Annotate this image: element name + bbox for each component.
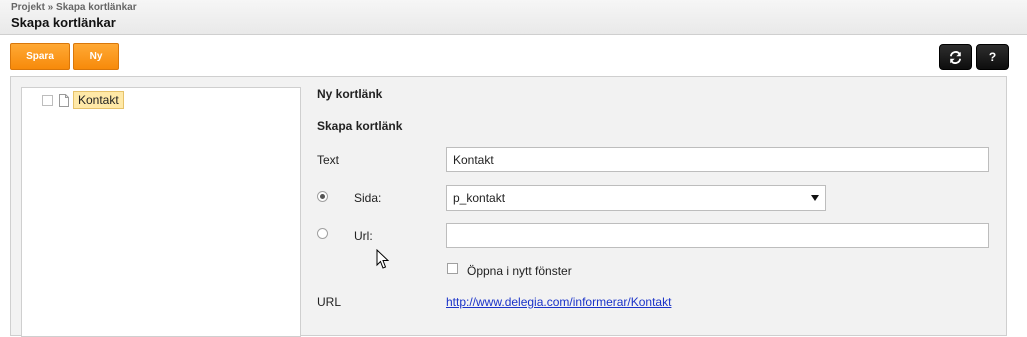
page-tree: Kontakt [21, 87, 301, 337]
form-subheading: Skapa kortlänk [317, 119, 403, 133]
page-title: Skapa kortlänkar [11, 15, 116, 30]
tree-item-checkbox[interactable] [42, 94, 53, 106]
mouse-cursor-icon [376, 249, 390, 269]
dropdown-arrow-icon [811, 195, 819, 201]
new-window-checkbox[interactable] [447, 263, 458, 274]
page-select[interactable]: p_kontakt [446, 185, 826, 211]
help-button[interactable]: ? [976, 44, 1009, 70]
form-heading: Ny kortlänk [317, 87, 383, 101]
header-bar: Projekt » Skapa kortlänkar Skapa kortlän… [0, 0, 1027, 35]
tree-item-label[interactable]: Kontakt [73, 91, 124, 109]
new-button[interactable]: Ny [73, 43, 119, 70]
url-radio[interactable] [317, 228, 328, 239]
result-url-label: URL [317, 295, 342, 309]
text-label: Text [317, 153, 340, 167]
new-window-label: Öppna i nytt fönster [467, 264, 572, 278]
url-input[interactable] [446, 223, 989, 248]
url-option-label: Url: [354, 229, 373, 243]
document-icon [59, 93, 69, 107]
result-url-link[interactable]: http://www.delegia.com/informerar/Kontak… [446, 295, 671, 309]
breadcrumb: Projekt » Skapa kortlänkar [11, 2, 137, 13]
tree-item-kontakt[interactable]: Kontakt [42, 91, 124, 109]
text-input[interactable] [446, 147, 989, 172]
page-radio[interactable] [317, 191, 328, 202]
page-select-value: p_kontakt [453, 191, 506, 205]
page-label: Sida: [354, 191, 382, 205]
refresh-button[interactable] [939, 44, 972, 70]
refresh-icon [949, 50, 962, 64]
save-button[interactable]: Spara [10, 43, 70, 70]
